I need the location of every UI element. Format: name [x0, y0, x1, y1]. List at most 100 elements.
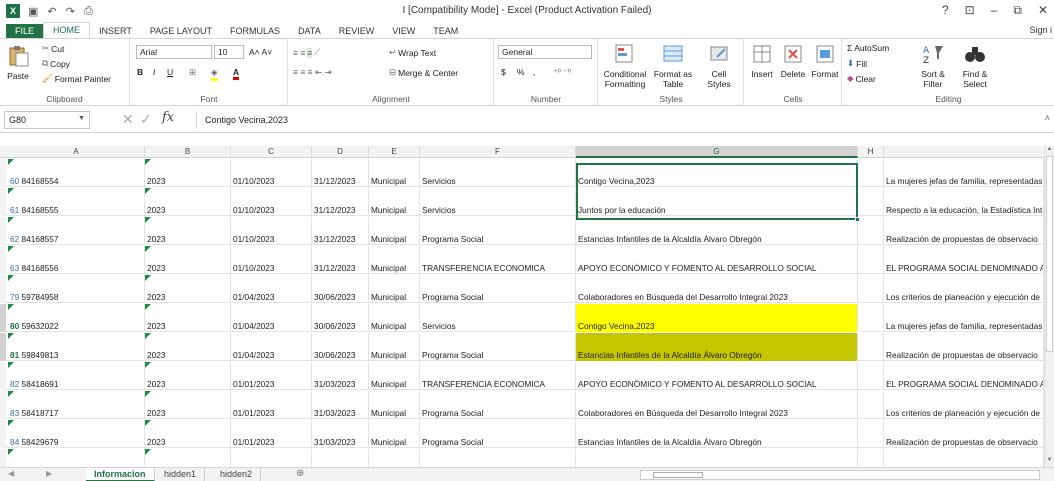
cell-c[interactable]: 01/01/2023	[231, 362, 312, 390]
cell-h[interactable]	[858, 159, 884, 187]
cell-f[interactable]: TRANSFERENCIA ECONOMICA	[420, 362, 576, 390]
cell-e[interactable]: Municipal	[369, 420, 420, 448]
cell-f[interactable]: Servicios	[420, 304, 576, 332]
row-header[interactable]	[0, 449, 6, 467]
insert-function-icon[interactable]: fx	[162, 110, 174, 125]
row-header[interactable]	[0, 246, 6, 274]
select-all-corner[interactable]	[0, 146, 6, 158]
cell-g[interactable]: Colaboradores en Búsqueda del Desarrollo…	[576, 275, 858, 303]
cell-a[interactable]: 79 59784958	[8, 275, 145, 303]
column-header-a[interactable]: A	[8, 146, 145, 158]
cell-g[interactable]: APOYO ECONÓMICO Y FOMENTO AL DESARROLLO …	[576, 362, 858, 390]
ribbon-display-icon[interactable]: ⊡	[965, 3, 975, 18]
cell-f[interactable]: Programa Social	[420, 391, 576, 419]
cell-i[interactable]: EL PROGRAMA SOCIAL DENOMINADO AP	[884, 362, 1044, 390]
scroll-down-icon[interactable]: ▼	[1045, 457, 1054, 467]
enter-icon[interactable]: ✓	[140, 111, 152, 128]
cell-c[interactable]: 01/04/2023	[231, 333, 312, 361]
cell-b[interactable]: 2023	[145, 304, 231, 332]
cell-g[interactable]: APOYO ECONÓMICO Y FOMENTO AL DESARROLLO …	[576, 246, 858, 274]
cell-a[interactable]: 83 58418717	[8, 391, 145, 419]
tab-team[interactable]: TEAM	[424, 24, 467, 39]
cell-g[interactable]: Colaboradores en Búsqueda del Desarrollo…	[576, 391, 858, 419]
cell-f[interactable]: Programa Social	[420, 275, 576, 303]
row-header[interactable]	[0, 304, 6, 332]
cell-d[interactable]: 30/06/2023	[312, 275, 369, 303]
cell-c[interactable]: 01/04/2023	[231, 275, 312, 303]
autosum-button[interactable]: Σ AutoSum	[847, 43, 889, 53]
horizontal-scroll-thumb[interactable]	[653, 472, 703, 478]
cell-e[interactable]: Municipal	[369, 391, 420, 419]
cell-b[interactable]: 2023	[145, 275, 231, 303]
fill-color-icon[interactable]: ◈	[211, 67, 218, 81]
cell-g[interactable]: Estancias Infantiles de la Alcaldía Álva…	[576, 420, 858, 448]
minimize-button[interactable]: –	[991, 3, 998, 18]
top-align-icon[interactable]: ≡ ≡ ≡ ⟋	[293, 47, 320, 58]
cell-b[interactable]: 2023	[145, 217, 231, 245]
cell-d[interactable]: 31/03/2023	[312, 449, 369, 467]
tab-page-layout[interactable]: PAGE LAYOUT	[141, 24, 221, 39]
cell-h[interactable]	[858, 333, 884, 361]
add-sheet-icon[interactable]: ⊕	[296, 468, 304, 479]
help-icon[interactable]: ?	[942, 3, 949, 18]
row-header[interactable]	[0, 275, 6, 303]
cell-d[interactable]: 31/12/2023	[312, 159, 369, 187]
save-icon[interactable]: ▣	[28, 5, 38, 18]
vertical-scroll-thumb[interactable]	[1046, 156, 1053, 352]
cell-e[interactable]: Municipal	[369, 362, 420, 390]
column-header-e[interactable]: E	[369, 146, 420, 158]
row-header[interactable]	[0, 159, 6, 187]
cell-h[interactable]	[858, 449, 884, 467]
cell-h[interactable]	[858, 275, 884, 303]
cell-c[interactable]: 01/01/2023	[231, 420, 312, 448]
cell-f[interactable]: Programa Social	[420, 217, 576, 245]
clear-button[interactable]: ◆ Clear	[847, 73, 876, 84]
comma-button[interactable]: ,	[533, 67, 535, 77]
cell-a[interactable]: 80 59632022	[8, 304, 145, 332]
copy-button[interactable]: ⧉ Copy	[42, 58, 70, 69]
underline-button[interactable]: U	[167, 67, 173, 77]
sign-in-link[interactable]: Sign i	[1029, 25, 1052, 35]
restore-button[interactable]: ⧉	[1013, 3, 1022, 18]
percent-button[interactable]: %	[517, 67, 525, 77]
cell-a[interactable]: 62 84168557	[8, 217, 145, 245]
format-cells-button[interactable]: Format	[809, 43, 841, 79]
cell-i[interactable]: EL PROGRAMA SOCIAL DENOMINADO AP	[884, 246, 1044, 274]
cell-e[interactable]: Municipal	[369, 159, 420, 187]
cell-b[interactable]: 2023	[145, 420, 231, 448]
currency-button[interactable]: $	[501, 67, 506, 77]
close-button[interactable]: ✕	[1038, 3, 1048, 18]
cell-h[interactable]	[858, 304, 884, 332]
row-header[interactable]	[0, 333, 6, 361]
font-name-select[interactable]: Arial	[136, 45, 212, 59]
tab-file[interactable]: FILE	[6, 24, 44, 39]
tab-data[interactable]: DATA	[289, 24, 330, 39]
cell-a[interactable]: 82 58418691	[8, 362, 145, 390]
conditional-formatting-button[interactable]: Conditional Formatting	[603, 43, 647, 89]
sheet-tab-hidden2[interactable]: hidden2	[212, 468, 262, 481]
vertical-scrollbar[interactable]: ▲ ▼	[1044, 146, 1054, 467]
cell-d[interactable]: 31/03/2023	[312, 391, 369, 419]
formula-input[interactable]: Contigo Vecina,2023	[196, 111, 1038, 129]
cell-a[interactable]: 81 59849813	[8, 333, 145, 361]
column-header-d[interactable]: D	[312, 146, 369, 158]
merge-center-button[interactable]: ⊟ Merge & Center	[389, 67, 458, 78]
cell-f[interactable]: Servicios	[420, 188, 576, 216]
cell-a[interactable]: 85 58349934	[8, 449, 145, 467]
italic-button[interactable]: I	[153, 67, 155, 77]
cell-i[interactable]: La mujeres jefas de familia, representad…	[884, 449, 1044, 467]
cell-f[interactable]: Programa Social	[420, 333, 576, 361]
cell-h[interactable]	[858, 246, 884, 274]
cell-g[interactable]: Estancias Infantiles de la Alcaldía Álva…	[576, 333, 858, 361]
worksheet-grid[interactable]: ABCDEFGH 60 84168554 2023 01/10/2023 31/12/…	[0, 134, 1054, 467]
cancel-icon[interactable]: ✕	[122, 111, 134, 128]
cell-f[interactable]: Servicios	[420, 449, 576, 467]
cell-d[interactable]: 31/12/2023	[312, 217, 369, 245]
next-sheet-icon[interactable]: ▶	[46, 469, 52, 478]
cell-e[interactable]: Municipal	[369, 246, 420, 274]
align-left-icon[interactable]: ≡ ≡ ≡ ⇤ ⇥	[293, 67, 332, 78]
cell-h[interactable]	[858, 391, 884, 419]
cell-g[interactable]: Contigo Vecina,2023	[576, 159, 858, 187]
cell-d[interactable]: 31/03/2023	[312, 420, 369, 448]
cell-e[interactable]: Municipal	[369, 275, 420, 303]
